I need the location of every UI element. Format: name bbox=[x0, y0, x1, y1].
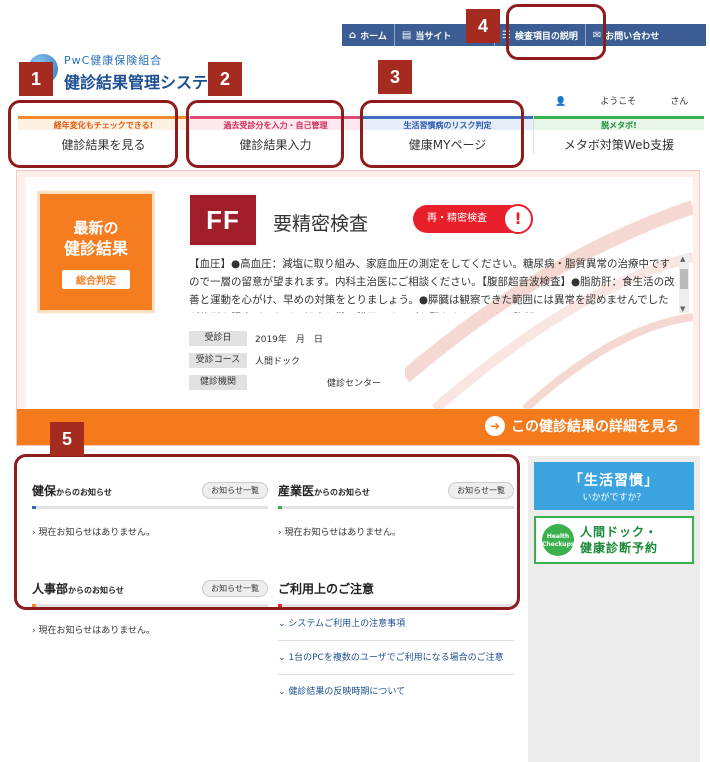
notice-link[interactable]: ⌄ システムご利用上の注意事項 bbox=[278, 617, 514, 641]
home-icon: ⌂ bbox=[349, 29, 357, 41]
advice-scrollbar[interactable]: ▲ ▼ bbox=[679, 255, 689, 313]
callout-frame-2 bbox=[186, 100, 344, 168]
overall-judgement-button[interactable]: 総合判定 bbox=[62, 270, 130, 289]
callout-badge-4: 4 bbox=[466, 9, 500, 43]
app-root: { "topnav":{"home":"ホーム","sitemap":"当サイト… bbox=[0, 0, 710, 762]
health-checkups-logo: Health Checkups bbox=[542, 524, 574, 556]
notice-link[interactable]: ⌄ 健診結果の反映時期について bbox=[278, 685, 514, 708]
welcome-text: 👤 ようこそ さん bbox=[555, 97, 689, 107]
side-banners: 「生活習慣」 いかがですか？ Health Checkups 人間ドック・ 健康診… bbox=[528, 456, 700, 762]
callout-frame-5 bbox=[14, 454, 520, 610]
callout-badge-2: 2 bbox=[208, 62, 242, 96]
detail-bar: ➜ この健診結果の詳細を見る bbox=[17, 409, 699, 445]
result-info: 受診日 2019年 月 日 受診コース 人間ドック 健診機関 健診センター bbox=[189, 329, 381, 395]
callout-frame-3 bbox=[360, 100, 524, 168]
latest-result-box: 最新の 健診結果 総合判定 bbox=[37, 191, 155, 313]
callout-frame-4 bbox=[506, 4, 606, 60]
callout-badge-5: 5 bbox=[50, 422, 84, 456]
checkup-reservation-banner[interactable]: Health Checkups 人間ドック・ 健康診断予約 bbox=[534, 516, 694, 564]
tab-metabo-support[interactable]: 脱メタボ! メタボ対策Web支援 bbox=[534, 116, 704, 154]
nav-home[interactable]: ⌂ ホーム bbox=[342, 24, 395, 46]
scroll-up-icon[interactable]: ▲ bbox=[680, 255, 685, 263]
latest-result-panel: 最新の 健診結果 総合判定 FF 要精密検査 再・精密検査! 【血圧】●高血圧：… bbox=[16, 170, 700, 446]
book-icon: ▤ bbox=[401, 29, 412, 41]
scroll-down-icon[interactable]: ▼ bbox=[680, 305, 685, 313]
user-icon: 👤 bbox=[555, 97, 567, 107]
notice-link[interactable]: ⌄ 1台のPCを複数のユーザでご利用になる場合のご注意 bbox=[278, 651, 514, 675]
callout-frame-1 bbox=[8, 100, 178, 168]
advice-text: 【血圧】●高血圧：減塩に取り組み、家庭血圧の測定をしてください。糖尿病・脂質異常… bbox=[189, 258, 675, 313]
reexam-badge: 再・精密検査! bbox=[413, 204, 533, 234]
lifestyle-banner[interactable]: 「生活習慣」 いかがですか？ bbox=[534, 462, 694, 510]
alert-icon: ! bbox=[503, 204, 533, 234]
grade-badge: FF bbox=[190, 195, 256, 245]
callout-badge-1: 1 bbox=[19, 62, 53, 96]
callout-badge-3: 3 bbox=[378, 60, 412, 94]
judgement-text: 要精密検査 bbox=[273, 213, 369, 235]
arrow-right-icon: ➜ bbox=[485, 416, 505, 436]
site-logo[interactable]: PwC健康保険組合 健診結果管理システム bbox=[28, 52, 234, 93]
detail-link[interactable]: ➜ この健診結果の詳細を見る bbox=[485, 416, 679, 436]
